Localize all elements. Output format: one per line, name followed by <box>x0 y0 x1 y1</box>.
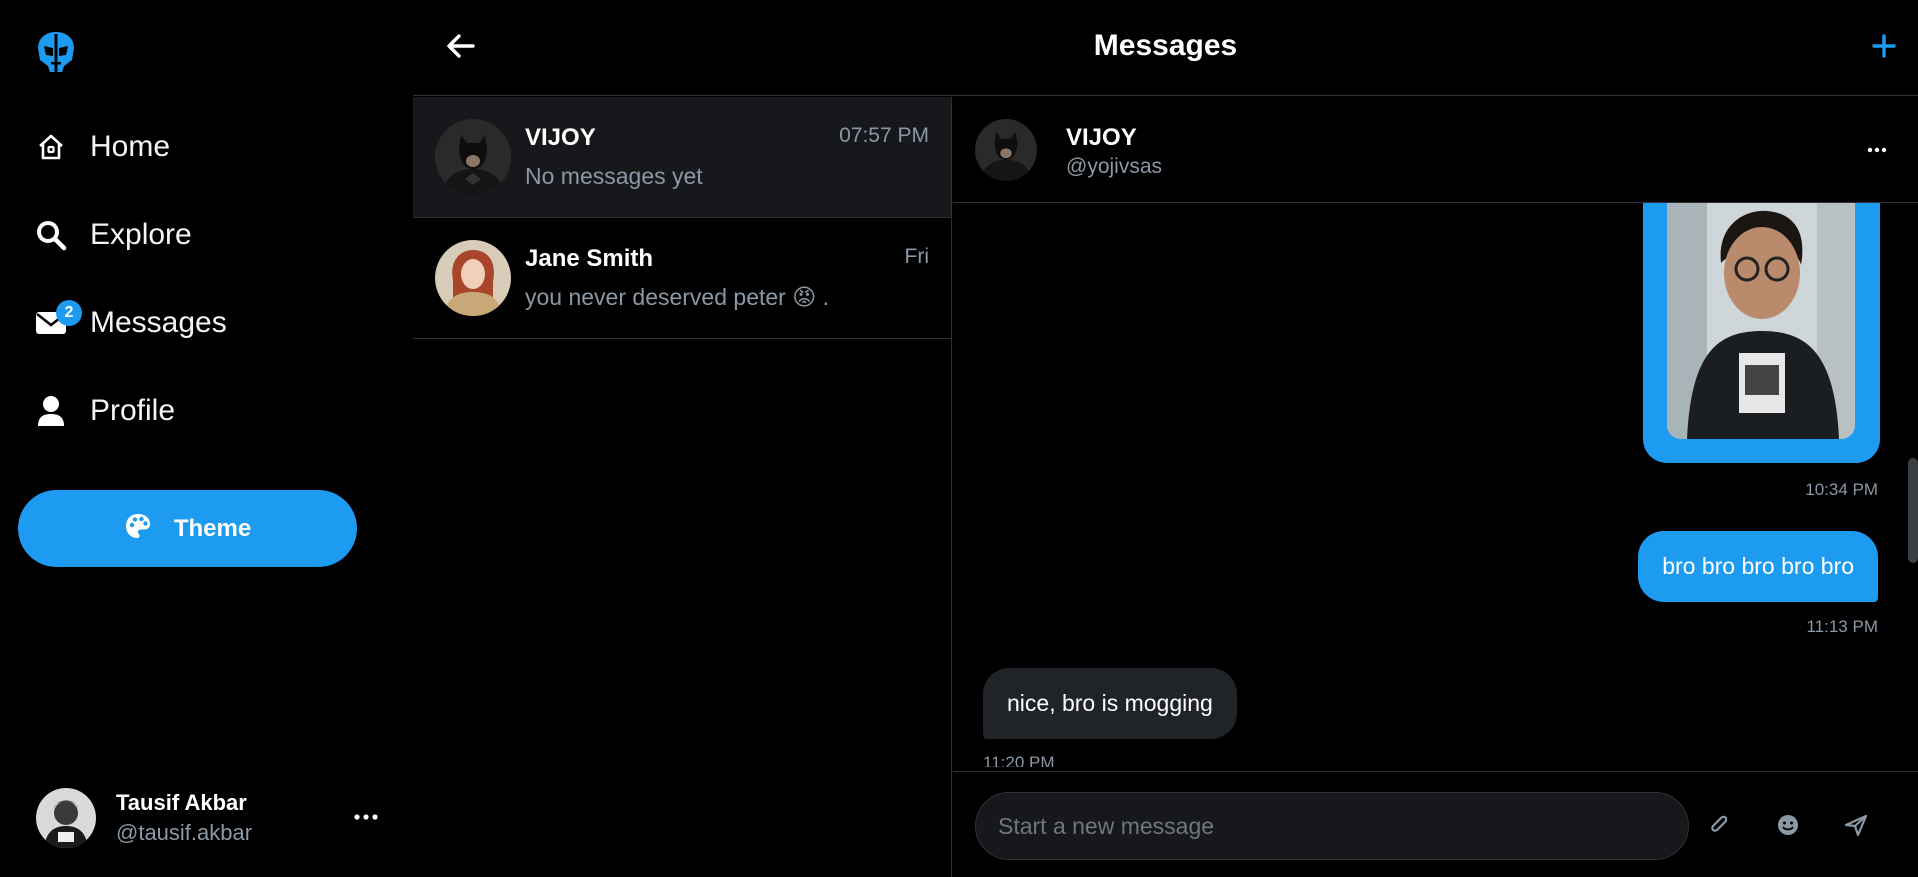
conversation-avatar <box>435 240 511 316</box>
chat-avatar[interactable] <box>975 119 1037 181</box>
user-avatar <box>36 788 96 848</box>
emoji-icon[interactable] <box>1773 810 1803 840</box>
conversation-preview: No messages yet <box>525 163 703 189</box>
new-message-plus-icon[interactable] <box>1868 30 1900 62</box>
conversation-name: VIJOY <box>525 124 596 151</box>
more-icon[interactable] <box>1862 135 1892 165</box>
message-input[interactable] <box>975 792 1689 860</box>
nav-item-label: Home <box>90 130 171 163</box>
unread-badge: 2 <box>56 300 82 326</box>
user-display-name: Tausif Akbar <box>116 790 247 815</box>
scrollbar-thumb[interactable] <box>1908 458 1918 563</box>
page-title: Messages <box>1093 29 1238 62</box>
conversation-item-jane-smith[interactable]: Jane Smith Fri you never deserved peter … <box>413 218 951 339</box>
conversation-avatar <box>435 119 511 195</box>
message-timestamp: 11:20 PM <box>983 753 1055 767</box>
nav-item-explore[interactable]: Explore <box>34 207 192 263</box>
conversation-list: VIJOY 07:57 PM No messages yet Jane Smit… <box>413 97 952 877</box>
chat-contact-name: VIJOY <box>1066 124 1137 151</box>
paperclip-icon[interactable] <box>1705 810 1735 840</box>
message-timestamp: 10:34 PM <box>1805 480 1878 499</box>
message-photo[interactable] <box>1667 203 1855 439</box>
nav-item-profile[interactable]: Profile <box>34 383 175 439</box>
chat-header: VIJOY @yojivsas <box>953 97 1918 203</box>
message-composer <box>953 771 1918 877</box>
outgoing-message-bubble[interactable]: bro bro bro bro bro <box>1638 531 1878 602</box>
incoming-message-bubble[interactable]: nice, bro is mogging <box>983 668 1237 739</box>
conversation-item-vijoy[interactable]: VIJOY 07:57 PM No messages yet <box>413 97 951 218</box>
app-logo-icon[interactable] <box>36 30 76 74</box>
theme-button-label: Theme <box>173 514 252 542</box>
chat-contact-handle: @yojivsas <box>1066 155 1163 178</box>
nav-item-label: Profile <box>90 394 176 427</box>
sidebar-nav: Home Explore 2 Messages Profile Theme Ta… <box>0 0 413 877</box>
home-icon <box>34 130 68 164</box>
messages-header: Messages <box>413 0 1918 96</box>
send-icon[interactable] <box>1841 810 1871 840</box>
account-switcher[interactable]: Tausif Akbar @tausif.akbar <box>36 786 381 850</box>
nav-item-label: Messages <box>90 306 227 339</box>
conversation-preview: you never deserved peter 😡 . <box>525 284 829 310</box>
chat-pane: VIJOY @yojivsas 10:34 PM bro bro bro bro… <box>953 97 1918 877</box>
user-icon <box>34 394 68 428</box>
theme-button[interactable]: Theme <box>18 490 357 567</box>
conversation-time: 07:57 PM <box>839 124 929 147</box>
search-icon <box>34 218 68 252</box>
user-handle: @tausif.akbar <box>116 820 253 845</box>
envelope-icon: 2 <box>34 300 82 340</box>
palette-icon <box>124 512 152 545</box>
message-thread[interactable]: 10:34 PM bro bro bro bro bro 11:13 PM ni… <box>953 203 1918 767</box>
more-icon[interactable] <box>351 802 381 832</box>
conversation-name: Jane Smith <box>525 245 654 272</box>
nav-item-label: Explore <box>90 218 192 251</box>
nav-item-home[interactable]: Home <box>34 119 170 175</box>
conversation-time: Fri <box>904 245 930 268</box>
nav-item-messages[interactable]: 2 Messages <box>34 295 227 351</box>
message-timestamp: 11:13 PM <box>1806 617 1878 636</box>
image-message-bubble[interactable] <box>1643 203 1880 463</box>
